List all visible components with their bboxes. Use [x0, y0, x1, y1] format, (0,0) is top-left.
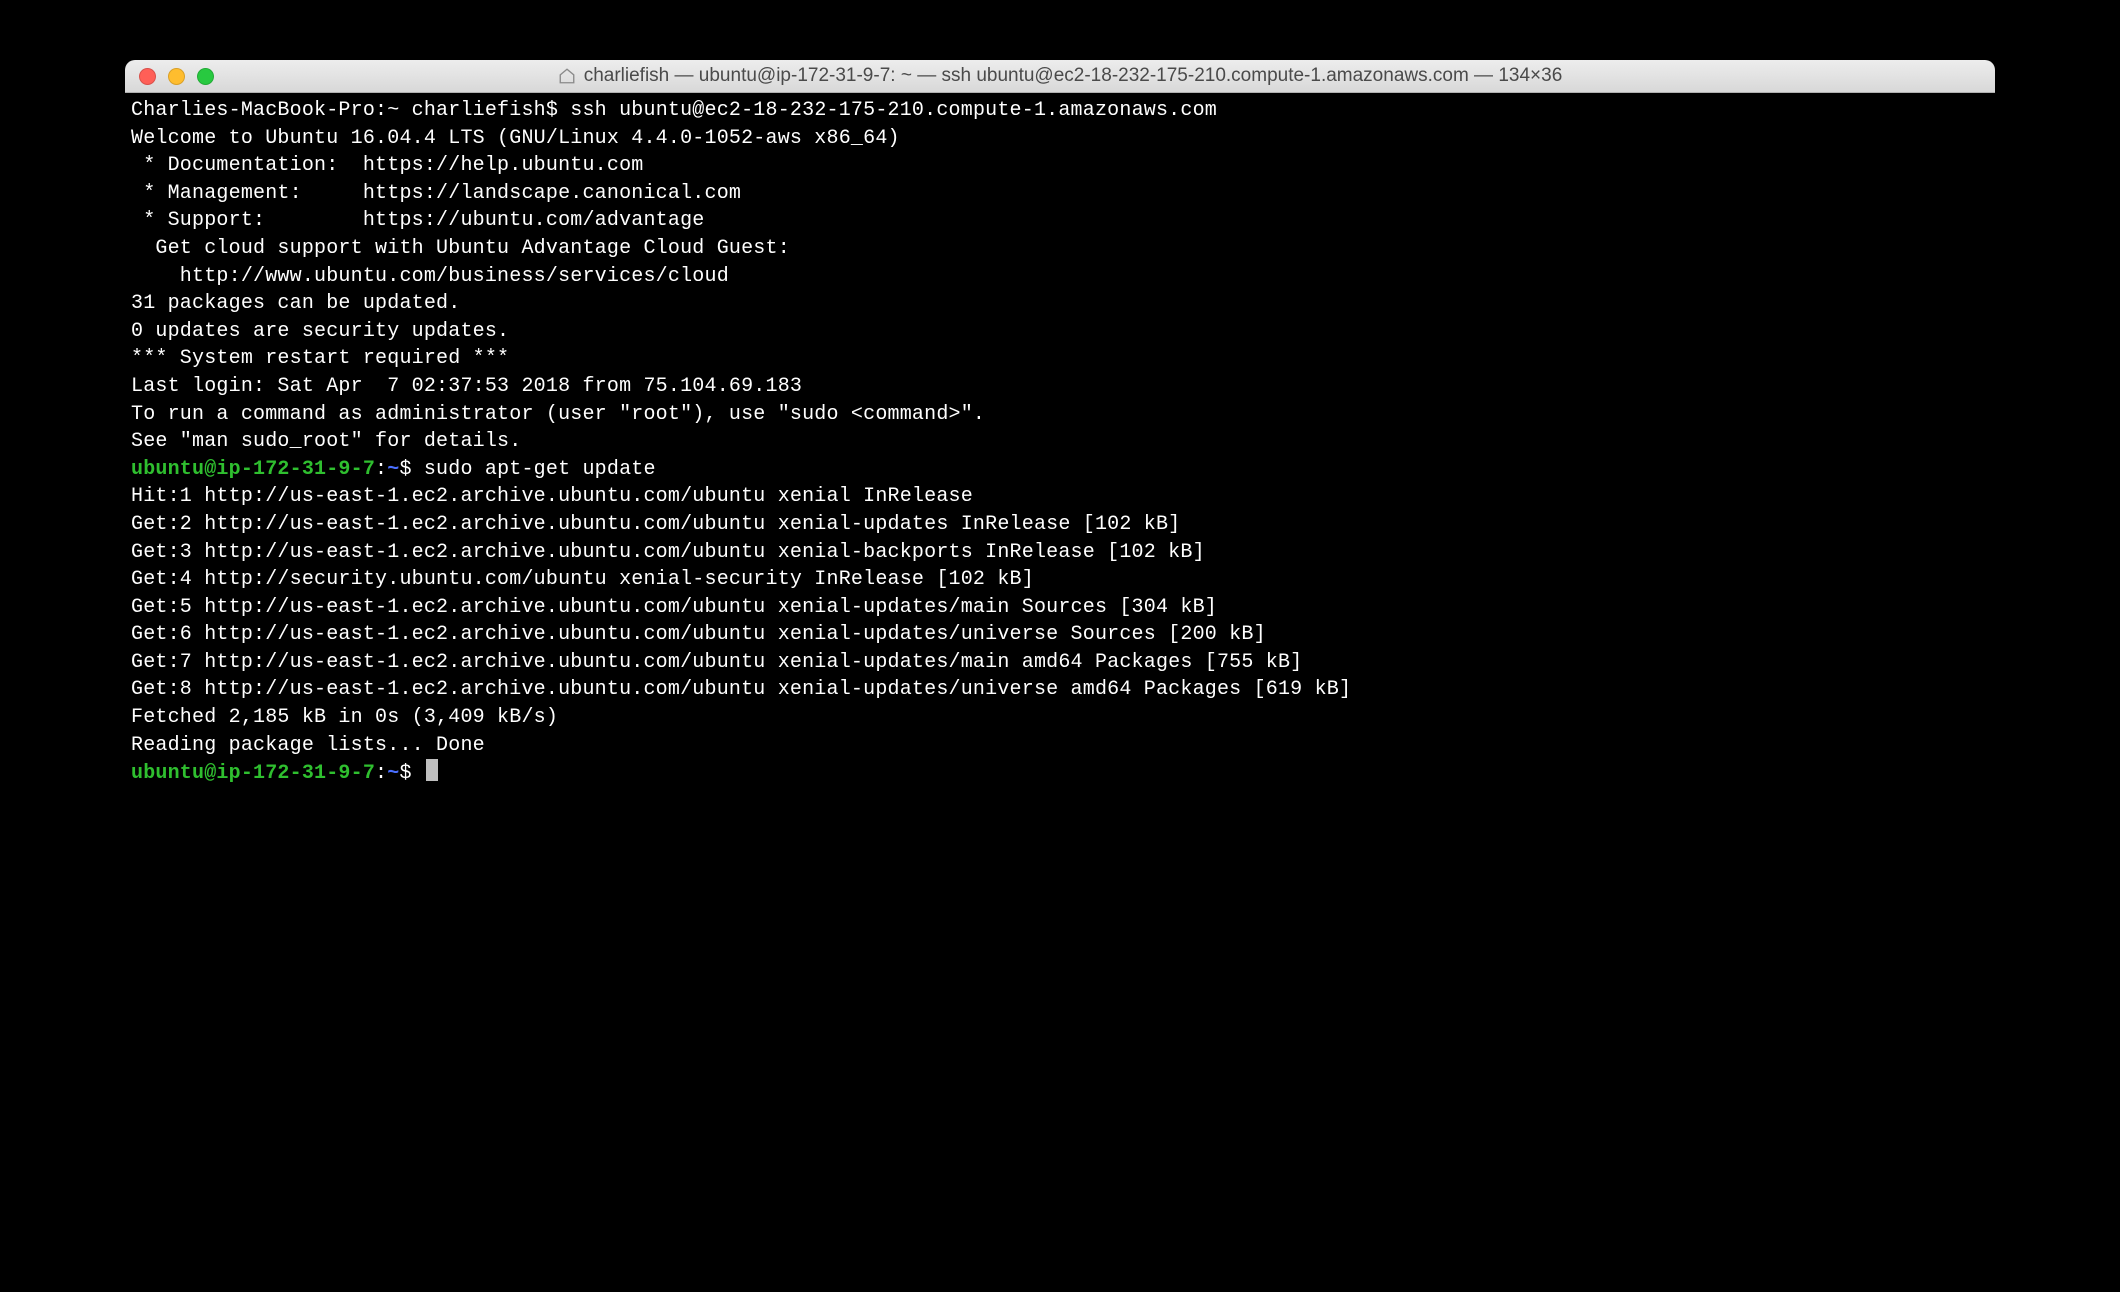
motd-line: * Management: https://landscape.canonica… — [131, 180, 1989, 208]
prompt-symbol: $ — [399, 458, 423, 481]
apt-line: Get:2 http://us-east-1.ec2.archive.ubunt… — [131, 511, 1989, 539]
apt-line: Fetched 2,185 kB in 0s (3,409 kB/s) — [131, 704, 1989, 732]
window-title-wrap: charliefish — ubuntu@ip-172-31-9-7: ~ — … — [125, 65, 1995, 87]
motd-line: 31 packages can be updated. — [131, 290, 1989, 318]
prompt-sep: : — [375, 762, 387, 785]
motd-line: Last login: Sat Apr 7 02:37:53 2018 from… — [131, 373, 1989, 401]
motd-line: * Documentation: https://help.ubuntu.com — [131, 152, 1989, 180]
zoom-icon[interactable] — [197, 68, 214, 85]
ssh-command: ssh ubuntu@ec2-18-232-175-210.compute-1.… — [570, 99, 1217, 122]
traffic-lights — [125, 68, 214, 85]
remote-userhost: ubuntu@ip-172-31-9-7 — [131, 762, 375, 785]
apt-line: Get:6 http://us-east-1.ec2.archive.ubunt… — [131, 621, 1989, 649]
cursor-icon[interactable] — [426, 759, 438, 781]
remote-path: ~ — [387, 762, 399, 785]
remote-userhost: ubuntu@ip-172-31-9-7 — [131, 458, 375, 481]
apt-line: Get:4 http://security.ubuntu.com/ubuntu … — [131, 566, 1989, 594]
apt-line: Get:3 http://us-east-1.ec2.archive.ubunt… — [131, 539, 1989, 567]
motd-line: Welcome to Ubuntu 16.04.4 LTS (GNU/Linux… — [131, 125, 1989, 153]
command-input: sudo apt-get update — [424, 458, 656, 481]
motd-line: To run a command as administrator (user … — [131, 401, 1989, 429]
terminal-body[interactable]: Charlies-MacBook-Pro:~ charliefish$ ssh … — [125, 93, 1995, 908]
motd-line: 0 updates are security updates. — [131, 318, 1989, 346]
apt-line: Get:7 http://us-east-1.ec2.archive.ubunt… — [131, 649, 1989, 677]
minimize-icon[interactable] — [168, 68, 185, 85]
apt-line: Get:8 http://us-east-1.ec2.archive.ubunt… — [131, 676, 1989, 704]
close-icon[interactable] — [139, 68, 156, 85]
motd-line: * Support: https://ubuntu.com/advantage — [131, 207, 1989, 235]
titlebar[interactable]: charliefish — ubuntu@ip-172-31-9-7: ~ — … — [125, 60, 1995, 93]
prompt-sep: : — [375, 458, 387, 481]
apt-line: Hit:1 http://us-east-1.ec2.archive.ubunt… — [131, 483, 1989, 511]
motd-line: *** System restart required *** — [131, 345, 1989, 373]
apt-line: Reading package lists... Done — [131, 732, 1989, 760]
home-icon — [558, 67, 576, 85]
terminal-window: charliefish — ubuntu@ip-172-31-9-7: ~ — … — [125, 60, 1995, 908]
prompt-symbol: $ — [399, 762, 423, 785]
window-title: charliefish — ubuntu@ip-172-31-9-7: ~ — … — [584, 65, 1563, 87]
remote-path: ~ — [387, 458, 399, 481]
local-prompt: Charlies-MacBook-Pro:~ charliefish$ — [131, 99, 570, 122]
motd-line: Get cloud support with Ubuntu Advantage … — [131, 235, 1989, 263]
apt-line: Get:5 http://us-east-1.ec2.archive.ubunt… — [131, 594, 1989, 622]
motd-line: See "man sudo_root" for details. — [131, 428, 1989, 456]
motd-line: http://www.ubuntu.com/business/services/… — [131, 263, 1989, 291]
